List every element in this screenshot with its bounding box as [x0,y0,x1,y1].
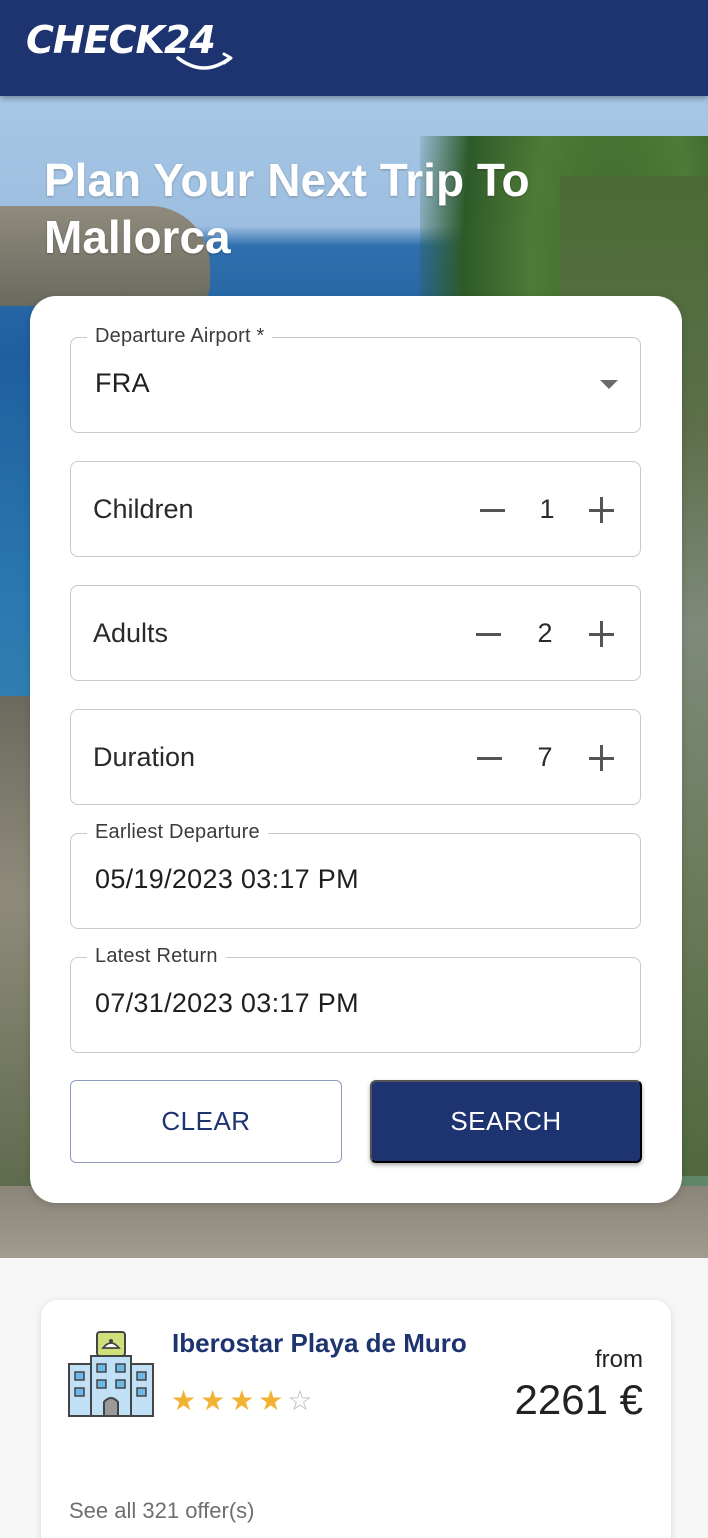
children-plus-icon[interactable] [587,492,617,528]
departure-airport-label: Departure Airport * [87,325,273,348]
latest-return-label: Latest Return [87,945,226,968]
earliest-departure-value: 05/19/2023 03:17 PM [95,864,359,894]
check24-logo[interactable]: CHECK24 [26,14,246,76]
adults-label: Adults [93,618,169,648]
hotel-offer-card[interactable]: Iberostar Playa de Muro ★★★★☆ from 2261 … [41,1300,671,1538]
search-form-card: Departure Airport * FRA Children 1 Adult… [30,296,682,1203]
price-from-label: from [595,1346,643,1373]
app-header: CHECK24 [0,0,708,96]
page-title: Plan Your Next Trip To Mallorca [44,154,530,263]
search-button[interactable]: SEARCH [370,1080,642,1163]
price-value: 2261 € [514,1376,643,1423]
adults-stepper: Adults 2 [70,585,641,681]
children-value: 1 [539,494,555,524]
latest-return-value: 07/31/2023 03:17 PM [95,988,359,1018]
children-stepper: Children 1 [70,461,641,557]
star-rating: ★★★★☆ [171,1384,317,1417]
duration-value: 7 [537,742,553,772]
departure-airport-select[interactable]: Departure Airport * FRA [70,325,641,433]
adults-plus-icon[interactable] [587,616,617,652]
earliest-departure-field[interactable]: Earliest Departure 05/19/2023 03:17 PM [70,821,641,929]
star-filled-icon: ★★★★ [171,1385,288,1416]
caret-down-icon[interactable] [600,380,618,389]
adults-minus-icon[interactable] [474,616,504,652]
children-minus-icon[interactable] [478,492,508,528]
departure-airport-value: FRA [95,368,150,398]
duration-label: Duration [93,742,196,772]
duration-minus-icon[interactable] [475,740,505,776]
logo-swoosh-icon [176,52,233,70]
star-empty-icon: ☆ [287,1385,317,1416]
clear-button[interactable]: CLEAR [70,1080,342,1163]
hotel-building-icon [68,1331,154,1417]
see-all-offers-link[interactable]: See all 321 offer(s) [69,1498,254,1524]
adults-value: 2 [537,618,553,648]
duration-stepper: Duration 7 [70,709,641,805]
duration-plus-icon[interactable] [587,740,617,776]
children-label: Children [93,494,194,524]
hotel-name-link[interactable]: Iberostar Playa de Muro [172,1328,467,1359]
latest-return-field[interactable]: Latest Return 07/31/2023 03:17 PM [70,945,641,1053]
earliest-departure-label: Earliest Departure [87,821,268,844]
